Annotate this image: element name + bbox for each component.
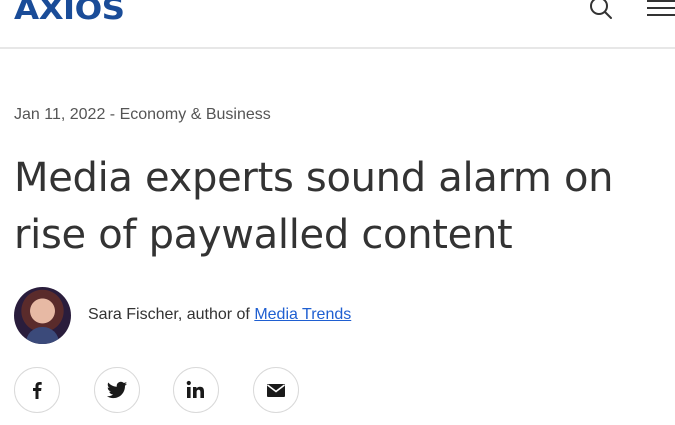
article-meta: Jan 11, 2022 - Economy & Business [14,106,271,124]
email-icon [267,384,285,397]
menu-button[interactable] [643,0,675,22]
hamburger-menu-icon [647,0,675,16]
byline: Sara Fischer, author of Media Trends [14,287,664,345]
axios-logo[interactable]: AXIOS [14,0,125,29]
twitter-icon [106,381,128,399]
article-date: Jan 11, 2022 [14,106,106,123]
search-icon [590,0,612,19]
meta-separator: - [105,106,120,123]
share-linkedin-button[interactable] [173,367,219,413]
facebook-icon [33,382,42,399]
article-headline: Media experts sound alarm on rise of pay… [14,155,614,258]
share-facebook-button[interactable] [14,367,60,413]
share-row [14,367,314,413]
share-email-button[interactable] [253,367,299,413]
avatar-shirt [26,327,59,344]
site-header: AXIOS [0,0,675,49]
category-link[interactable]: Economy & Business [120,106,271,123]
author-avatar[interactable] [14,287,71,344]
search-button[interactable] [586,0,614,22]
linkedin-icon [186,380,204,398]
author-line: Sara Fischer, author of Media Trends [88,306,351,324]
newsletter-link[interactable]: Media Trends [254,306,351,323]
author-prefix: Sara Fischer, author of [88,306,255,323]
share-twitter-button[interactable] [94,367,140,413]
